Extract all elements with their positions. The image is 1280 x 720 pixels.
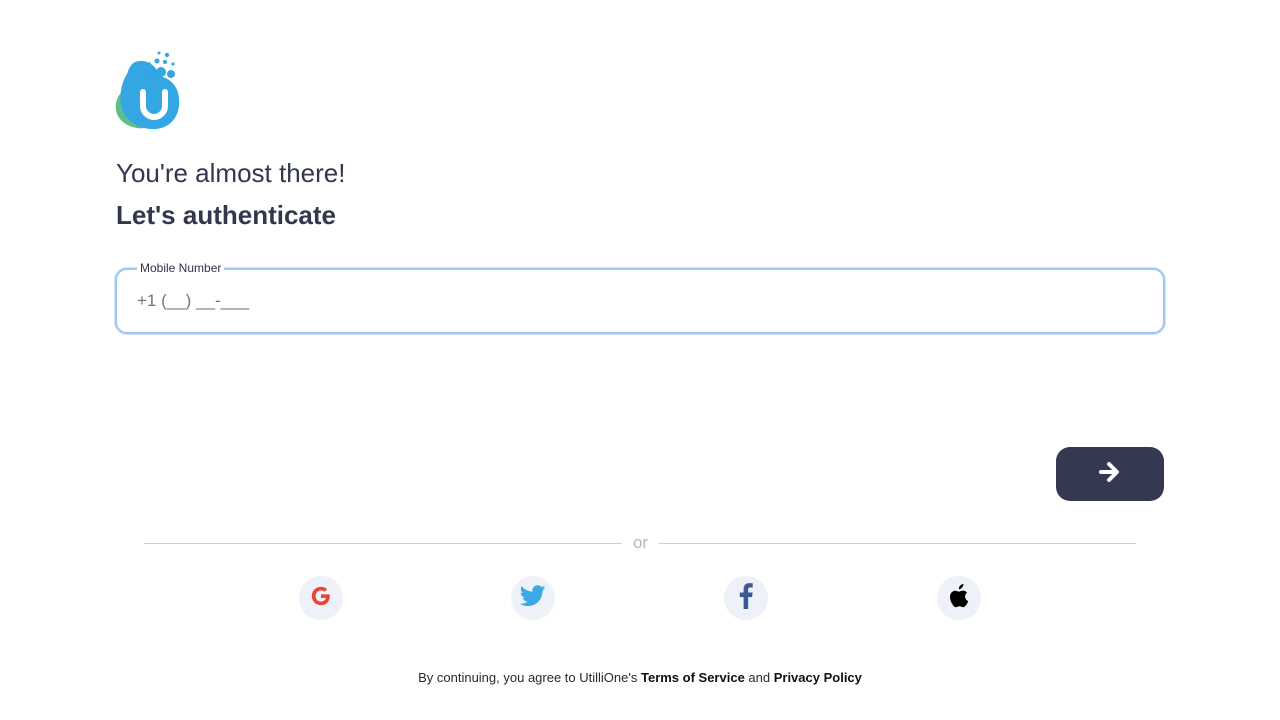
terms-footer: By continuing, you agree to UtilliOne's … bbox=[0, 669, 1280, 687]
facebook-signin-button[interactable] bbox=[724, 576, 768, 620]
terms-of-service-link[interactable]: Terms of Service bbox=[641, 670, 745, 685]
auth-page: You're almost there! Let's authenticate … bbox=[0, 0, 1280, 720]
twitter-signin-button[interactable] bbox=[511, 576, 555, 620]
google-icon bbox=[310, 585, 332, 612]
apple-icon bbox=[948, 583, 970, 613]
privacy-policy-link[interactable]: Privacy Policy bbox=[774, 670, 862, 685]
page-title: Let's authenticate bbox=[116, 200, 337, 230]
utillione-logo-icon bbox=[113, 50, 183, 132]
facebook-icon bbox=[739, 582, 753, 614]
twitter-icon bbox=[519, 584, 546, 612]
mobile-number-field: Mobile Number bbox=[115, 261, 1165, 334]
mobile-number-input[interactable] bbox=[137, 290, 1037, 312]
footer-prefix: By continuing, you agree to UtilliOne's bbox=[418, 670, 641, 685]
footer-conjunction: and bbox=[744, 670, 774, 685]
next-button[interactable] bbox=[1056, 447, 1164, 501]
apple-signin-button[interactable] bbox=[937, 576, 981, 620]
divider-left bbox=[144, 543, 622, 544]
arrow-right-icon bbox=[1098, 460, 1122, 489]
page-subtitle: You're almost there! bbox=[116, 158, 346, 188]
divider-text: or bbox=[632, 533, 649, 552]
divider-right bbox=[659, 543, 1136, 544]
mobile-number-label: Mobile Number bbox=[137, 261, 225, 275]
google-signin-button[interactable] bbox=[299, 576, 343, 620]
